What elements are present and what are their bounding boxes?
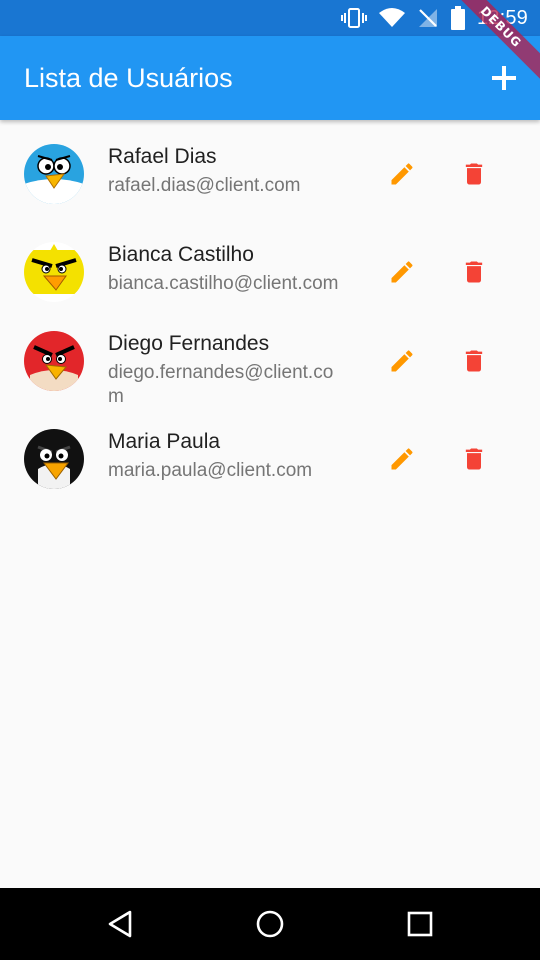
yellow-bird-icon [24,242,84,302]
delete-button[interactable] [450,337,498,385]
wifi-icon [378,7,405,29]
home-button[interactable] [246,900,294,948]
user-name: Rafael Dias [108,145,217,168]
edit-button[interactable] [378,248,426,296]
home-icon [256,910,284,938]
status-time: 12:59 [476,6,528,29]
user-text: Rafael Dias rafael.dias@client.com [108,144,344,198]
pencil-icon [391,448,413,470]
avatar [24,331,84,391]
edit-button[interactable] [378,435,426,483]
black-bird-icon [24,429,84,489]
user-email: rafael.dias@client.com [108,175,301,196]
system-nav-bar [0,888,540,960]
delete-button[interactable] [450,248,498,296]
trash-icon [465,448,483,470]
pencil-icon [391,261,413,283]
back-button[interactable] [96,900,144,948]
delete-button[interactable] [450,435,498,483]
red-bird-icon [24,331,84,391]
status-bar: 12:59 [0,0,540,36]
back-icon [108,910,132,938]
user-text: Diego Fernandes diego.fernandes@client.c… [108,331,344,409]
status-icons: 12:59 [340,0,528,36]
plus-icon [492,66,516,90]
no-signal-icon [417,7,439,29]
user-email: bianca.castilho@client.com [108,273,339,294]
trash-icon [465,261,483,283]
user-email: diego.fernandes@client.com [108,362,334,407]
recents-button[interactable] [396,900,444,948]
pencil-icon [391,163,413,185]
avatar [24,242,84,302]
page-title: Lista de Usuários [24,63,233,93]
user-name: Maria Paula [108,430,221,453]
app-bar: Lista de Usuários [0,36,540,120]
edit-button[interactable] [378,150,426,198]
recents-icon [407,911,433,937]
user-email: maria.paula@client.com [108,460,313,481]
delete-button[interactable] [450,150,498,198]
user-name: Diego Fernandes [108,332,270,355]
pencil-icon [391,350,413,372]
vibrate-icon [340,7,367,29]
battery-icon [450,6,465,30]
user-text: Maria Paula maria.paula@client.com [108,429,344,483]
user-text: Bianca Castilho bianca.castilho@client.c… [108,242,344,296]
user-name: Bianca Castilho [108,243,254,266]
avatar [24,429,84,489]
trash-icon [465,163,483,185]
trash-icon [465,350,483,372]
avatar [24,144,84,204]
add-user-button[interactable] [482,56,526,100]
blue-bird-icon [24,144,84,204]
edit-button[interactable] [378,337,426,385]
